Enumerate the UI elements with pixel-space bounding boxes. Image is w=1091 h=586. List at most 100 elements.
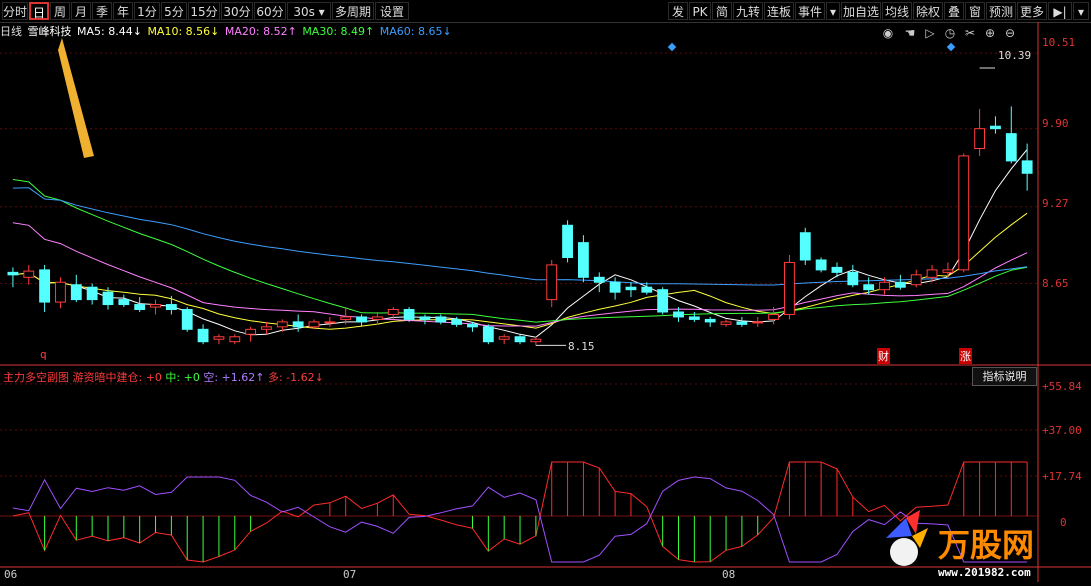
candle-body [39, 269, 51, 303]
candle-body [482, 326, 494, 343]
candle-body [752, 321, 764, 324]
candle-body [213, 336, 225, 340]
candle-body [308, 321, 320, 328]
sub-indicator-name[interactable]: 主力多空副图 [3, 371, 69, 384]
ma20-line [12, 222, 1028, 327]
candle-body [276, 321, 288, 328]
period-tab[interactable]: 1分 [134, 2, 160, 20]
toolbar-button[interactable]: ▾ [826, 2, 840, 20]
toolbar-button[interactable]: 发 [668, 2, 688, 20]
toolbar-button[interactable]: 事件 [795, 2, 825, 20]
toolbar-button[interactable]: PK [689, 2, 711, 20]
eye-icon[interactable]: ◉ [880, 26, 896, 40]
toolbar-button[interactable]: 九转 [733, 2, 763, 20]
candle-body [102, 291, 114, 306]
candle-body [403, 309, 415, 320]
period-tab[interactable]: 设置 [375, 2, 409, 20]
period-tab[interactable]: 年 [113, 2, 133, 20]
candle-body [229, 336, 241, 343]
candle-body [55, 281, 66, 303]
toolbar-button[interactable]: 加自选 [841, 2, 881, 20]
sub-axis-tick: +17.74 [1042, 470, 1082, 483]
candle-body [657, 289, 669, 313]
period-tab[interactable]: 多周期 [332, 2, 374, 20]
x-axis-label: 06 [4, 568, 18, 581]
toolbar-button[interactable]: 简 [712, 2, 732, 20]
candle-body [1005, 133, 1017, 162]
period-tab[interactable]: 5分 [161, 2, 187, 20]
zoom-out-icon[interactable]: ⊖ [1002, 26, 1018, 40]
toolbar-button[interactable]: 连板 [764, 2, 794, 20]
period-tab[interactable]: 30s ▾ [287, 2, 331, 20]
toolbar-button[interactable]: 更多 [1017, 2, 1047, 20]
candle-body [451, 318, 463, 325]
low-price-label: 8.15 [568, 340, 595, 353]
candle-body [910, 274, 922, 286]
stock-name[interactable]: 雪峰科技 [28, 25, 72, 38]
candle-body [879, 281, 890, 291]
scissors-icon[interactable]: ✂ [962, 26, 978, 40]
play-icon[interactable]: ▷ [922, 26, 938, 40]
event-marker[interactable]: 财 [877, 348, 890, 364]
clock-icon[interactable]: ◷ [942, 26, 958, 40]
candle-body [926, 269, 938, 278]
watermark-url: www.201982.com [938, 566, 1031, 579]
sub-indicator-chart [12, 461, 1028, 563]
candle-body [118, 299, 130, 306]
event-marker[interactable]: q [40, 348, 47, 361]
candle-body [641, 286, 653, 293]
toolbar-button[interactable]: 预测 [986, 2, 1016, 20]
period-tab[interactable]: 30分 [221, 2, 253, 20]
sub-axis-tick: +37.00 [1042, 424, 1082, 437]
event-diamond-icon [667, 42, 677, 52]
ma5-line [12, 149, 1028, 338]
candle-body [784, 261, 795, 315]
period-tab[interactable]: 分时 [2, 2, 28, 20]
candle-body [958, 155, 970, 271]
period-tab[interactable]: 15分 [188, 2, 220, 20]
event-marker[interactable]: 涨 [959, 348, 972, 364]
toolbar-button[interactable]: 均线 [882, 2, 912, 20]
candle-body [673, 311, 684, 318]
indicator-explain-button[interactable]: 指标说明 [972, 367, 1037, 386]
hand-icon[interactable]: ☚ [902, 26, 918, 40]
candle-body [562, 224, 573, 258]
period-tab[interactable]: 日 [29, 2, 49, 20]
candle-body [815, 259, 827, 271]
sub-indicator-info: 主力多空副图 游资暗中建仓: +0 中: +0 空: +1.62↑ 多: -1.… [3, 369, 324, 385]
high-price-label: 10.39 [998, 49, 1032, 62]
candle-body [530, 338, 542, 343]
ma30-line [12, 179, 1028, 323]
candle-body [1021, 160, 1033, 174]
moving-average-lines [12, 149, 1028, 338]
period-tab[interactable]: 月 [71, 2, 91, 20]
sub-axis-tick: +55.84 [1042, 380, 1082, 393]
candle-body [720, 321, 732, 325]
sub-indicator-desc: 游资暗中建仓: +0 [72, 371, 162, 384]
toolbar-button[interactable]: 叠 [944, 2, 964, 20]
period-tab[interactable]: 周 [50, 2, 70, 20]
candle-body [894, 281, 906, 288]
candle-body [990, 125, 1001, 130]
candle-body [245, 328, 257, 335]
candle-body [7, 271, 19, 276]
period-toolbar: 分时日周月季年 1分 5分 15分 30分 60分 30s ▾ 多周期 设置 发 PK 简九转 连板 事件… [0, 0, 1091, 23]
period-tab[interactable]: 季 [92, 2, 112, 20]
toolbar-button[interactable]: 除权 [913, 2, 943, 20]
candle-body [736, 321, 748, 325]
toolbar-button[interactable]: 窗 [965, 2, 985, 20]
toolbar-button[interactable]: ▾ [1073, 2, 1089, 20]
ma30-value: MA30: 8.49↑ [302, 25, 375, 38]
ma60-line [12, 187, 1028, 286]
sub-indicator-empty: 空: +1.62↑ [203, 371, 265, 384]
toolbar-button[interactable]: ▶| [1048, 2, 1072, 20]
zoom-in-icon[interactable]: ⊕ [982, 26, 998, 40]
period-tab[interactable]: 60分 [254, 2, 286, 20]
ma-info-bar: 日线 雪峰科技 MA5: 8.44↓ MA10: 8.56↓ MA20: 8.5… [0, 24, 454, 40]
price-tick: 8.65 [1042, 277, 1069, 290]
x-axis-label: 08 [722, 568, 736, 581]
sub-line-red [12, 461, 1028, 563]
candle-body [387, 309, 399, 315]
candle-body [419, 316, 431, 320]
candle-body [688, 316, 700, 320]
